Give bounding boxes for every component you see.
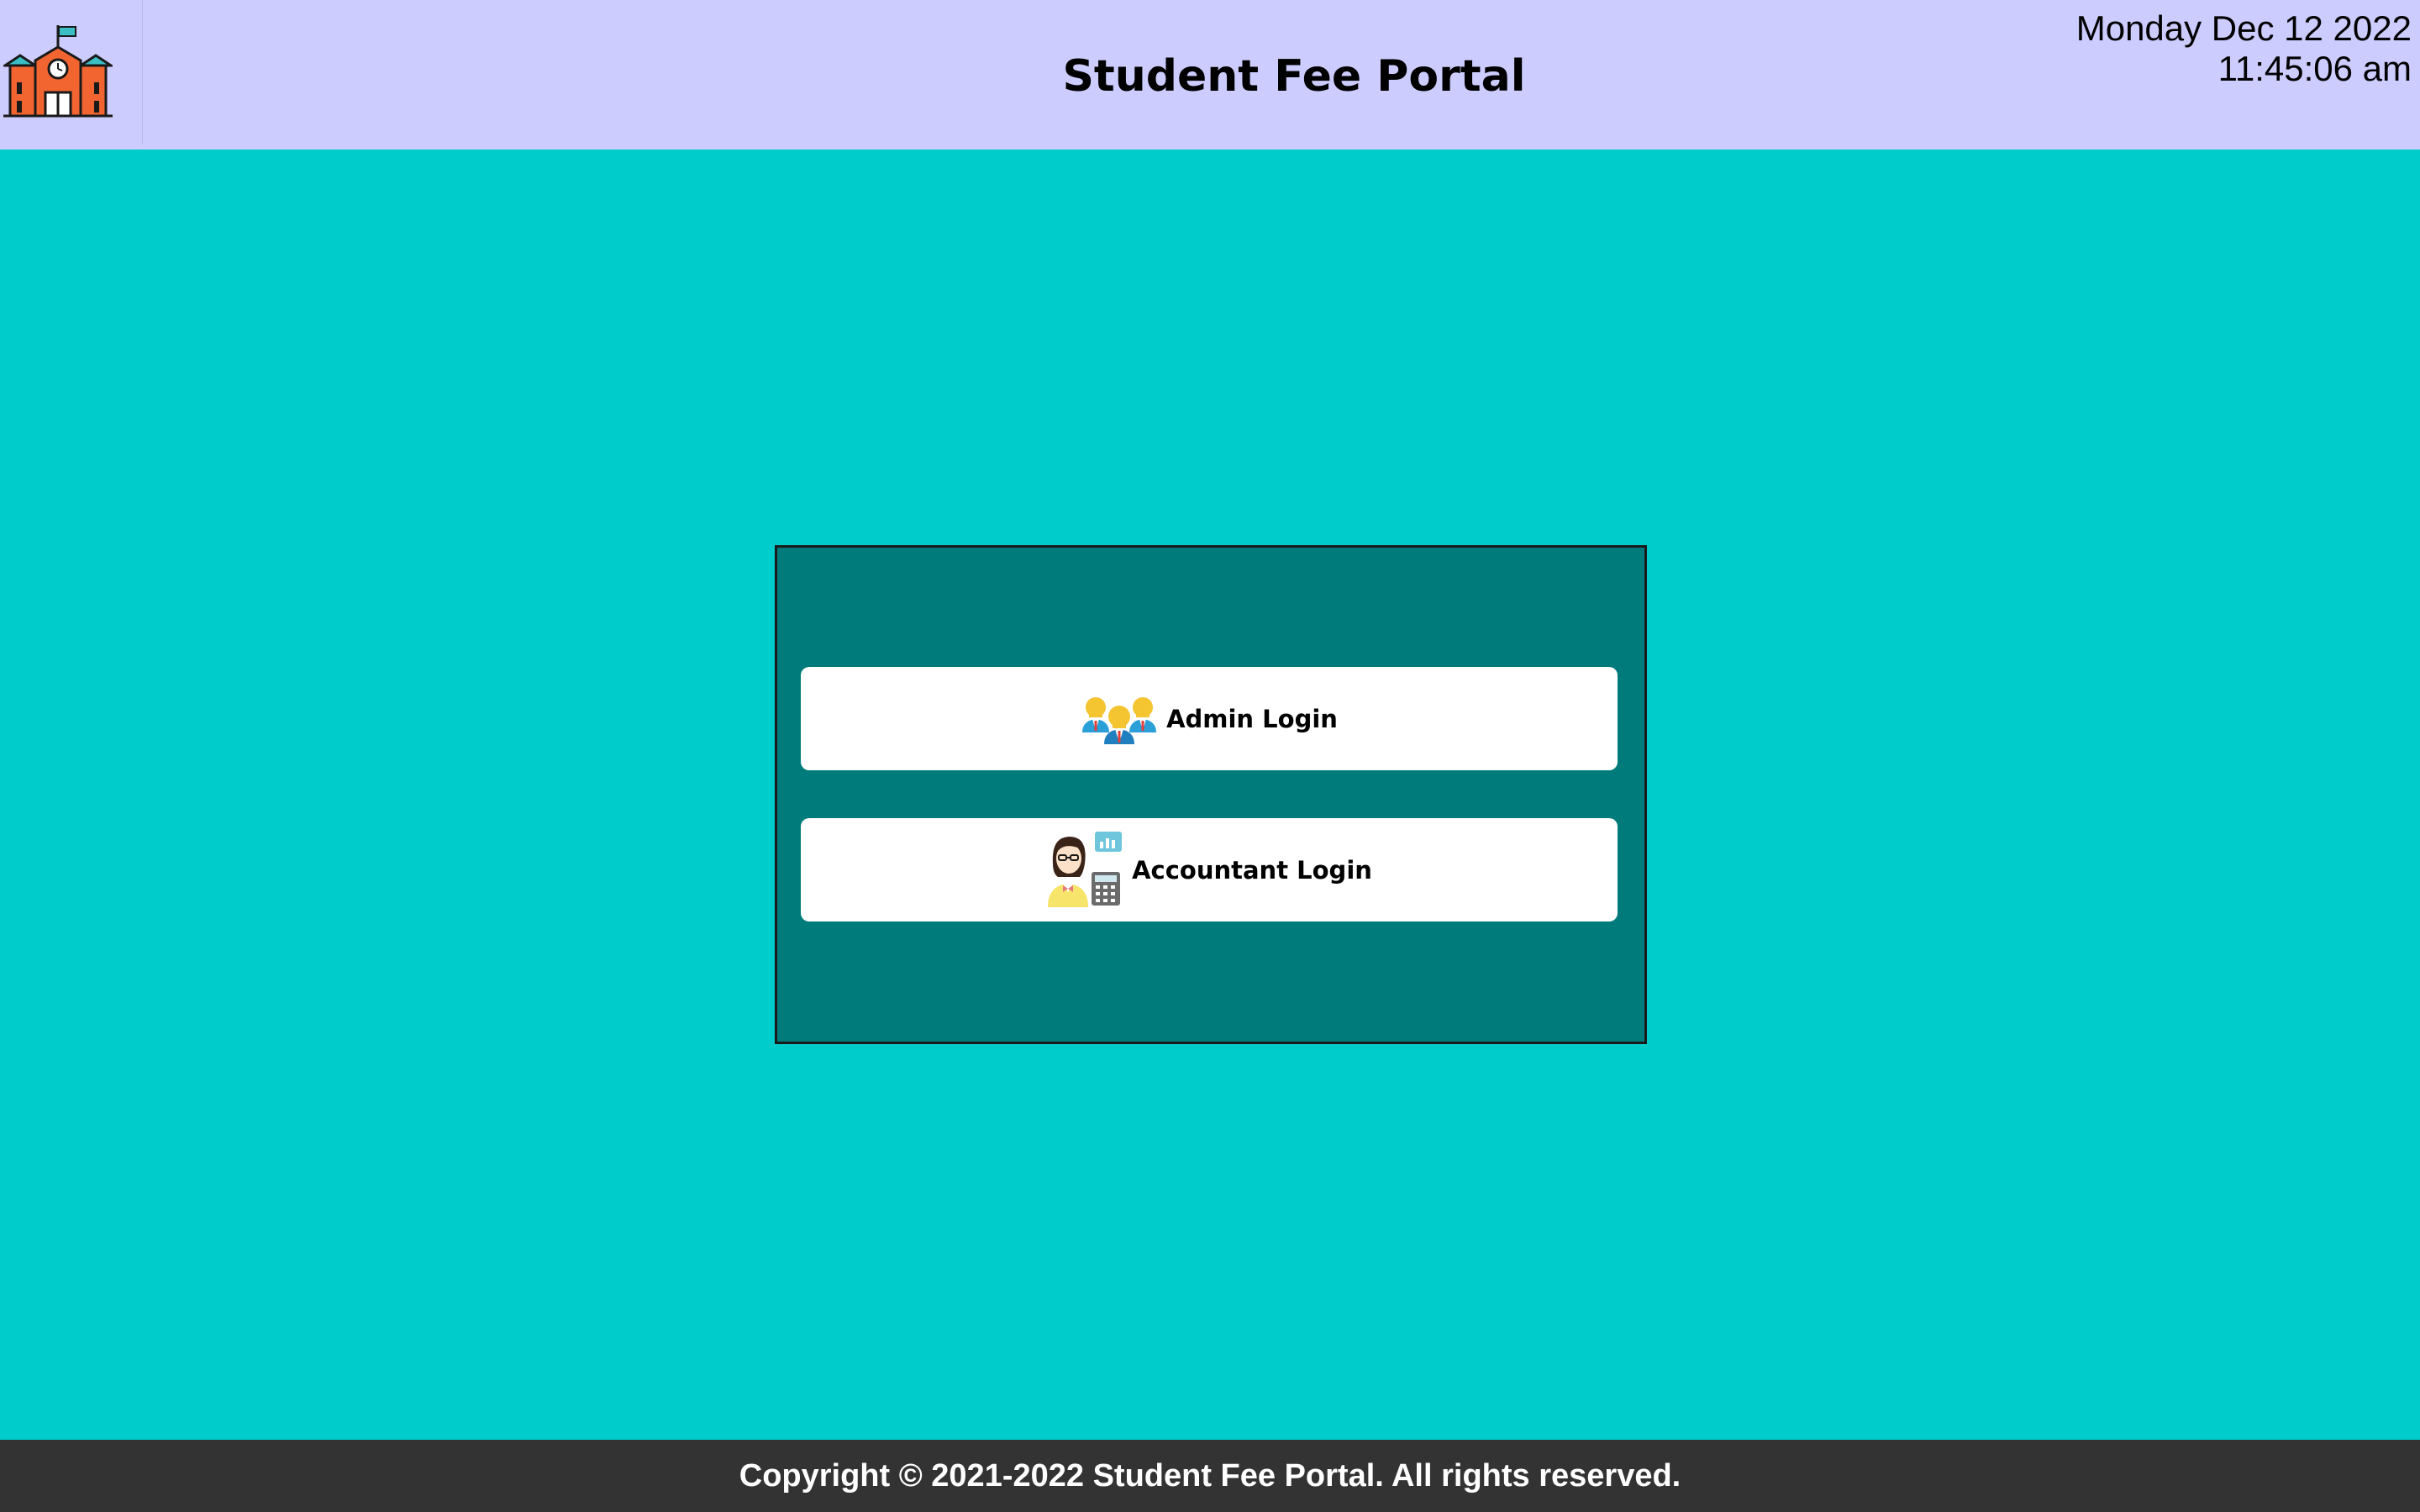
accountant-login-button[interactable]: Accountant Login bbox=[801, 818, 1618, 921]
datetime-display: Monday Dec 12 2022 11:45:06 am bbox=[2076, 8, 2412, 89]
accountant-icon bbox=[1046, 830, 1123, 910]
admin-login-button[interactable]: Admin Login bbox=[801, 667, 1618, 770]
current-date: Monday Dec 12 2022 bbox=[2075, 8, 2412, 48]
accountant-login-label: Accountant Login bbox=[1132, 855, 1372, 885]
current-time: 11:45:06 am bbox=[2217, 49, 2412, 88]
login-panel: Admin Login Accountant Login bbox=[775, 545, 1647, 1044]
admin-group-icon bbox=[1081, 690, 1158, 747]
copyright-text: Copyright © 2021-2022 Student Fee Portal… bbox=[739, 1457, 1681, 1494]
page-title: Student Fee Portal bbox=[1062, 51, 1526, 102]
admin-login-label: Admin Login bbox=[1166, 704, 1338, 733]
footer: Copyright © 2021-2022 Student Fee Portal… bbox=[0, 1440, 2420, 1512]
header: Student Fee Portal Monday Dec 12 2022 11… bbox=[0, 0, 2420, 150]
